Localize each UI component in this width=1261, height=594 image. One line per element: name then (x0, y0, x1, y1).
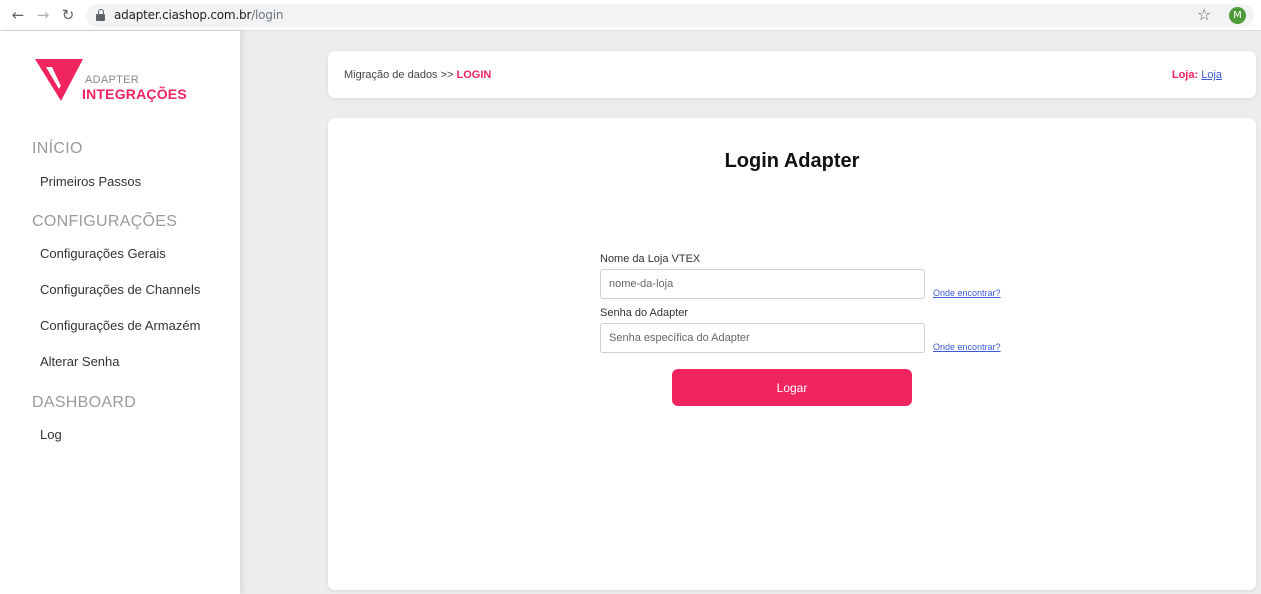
sidebar-item-configuracoes-channels[interactable]: Configurações de Channels (40, 282, 200, 297)
sidebar-item-log[interactable]: Log (40, 427, 62, 442)
breadcrumb-prefix: Migração de dados >> (344, 69, 454, 81)
password-help-link[interactable]: Onde encontrar? (933, 342, 1001, 352)
logo-main-text: INTEGRAÇÕES (82, 86, 187, 102)
store-name-help-link[interactable]: Onde encontrar? (933, 288, 1001, 298)
sidebar-item-alterar-senha[interactable]: Alterar Senha (40, 354, 120, 369)
sidebar-item-primeiros-passos[interactable]: Primeiros Passos (40, 174, 141, 189)
store-link[interactable]: Loja (1201, 69, 1222, 81)
password-input[interactable] (600, 323, 925, 353)
url-path: /login (251, 8, 284, 22)
section-title-dashboard: DASHBOARD (32, 394, 137, 411)
logo-v-icon (35, 59, 83, 101)
password-label: Senha do Adapter (600, 307, 689, 319)
bookmark-star-icon[interactable]: ☆ (1197, 5, 1211, 24)
lock-icon[interactable] (96, 9, 105, 21)
reload-icon[interactable]: ↻ (59, 6, 77, 24)
url-text[interactable]: adapter.ciashop.com.br/login (114, 8, 283, 22)
section-title-configuracoes: CONFIGURAÇÕES (32, 213, 178, 230)
store-name-input[interactable] (600, 269, 925, 299)
store-label: Loja: (1171, 69, 1199, 81)
breadcrumb: Migração de dados >> LOGIN (344, 69, 491, 81)
breadcrumb-current: LOGIN (456, 69, 492, 81)
url-host: adapter.ciashop.com.br (114, 8, 252, 22)
header-card: Migração de dados >> LOGIN Loja: Loja (328, 51, 1256, 98)
page-title: Login Adapter (724, 150, 860, 172)
logo-sub-text: ADAPTER (85, 74, 140, 86)
section-title-inicio: INÍCIO (32, 140, 83, 157)
store-name-label: Nome da Loja VTEX (600, 253, 701, 265)
browser-toolbar: ← → ↻ adapter.ciashop.com.br/login ☆ M (0, 0, 1261, 31)
adapter-logo[interactable]: ADAPTER INTEGRAÇÕES (35, 59, 187, 105)
sidebar-item-configuracoes-gerais[interactable]: Configurações Gerais (40, 246, 166, 261)
store-indicator: Loja: Loja (1172, 69, 1222, 81)
sidebar-item-configuracoes-armazem[interactable]: Configurações de Armazém (40, 318, 200, 333)
sidebar: ADAPTER INTEGRAÇÕES INÍCIO Primeiros Pas… (0, 31, 240, 594)
login-button[interactable]: Logar (672, 369, 912, 406)
back-arrow-icon[interactable]: ← (9, 6, 27, 24)
login-card: Login Adapter Nome da Loja VTEX Onde enc… (328, 118, 1256, 590)
forward-arrow-icon[interactable]: → (34, 6, 52, 24)
profile-avatar[interactable]: M (1229, 7, 1246, 24)
